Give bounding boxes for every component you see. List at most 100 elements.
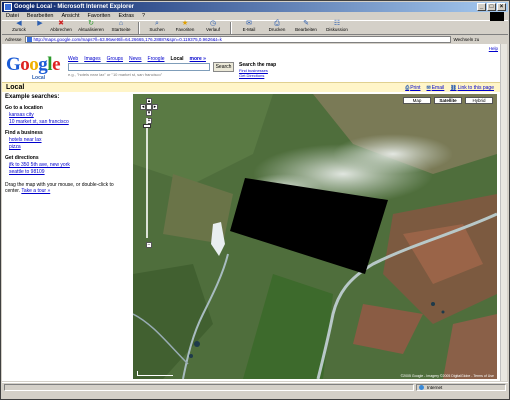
example-link[interactable]: hotels near lax xyxy=(9,137,129,144)
favorites-icon: ★ xyxy=(181,20,189,27)
menu-extras[interactable]: Extras xyxy=(118,13,134,19)
zoom-out-button[interactable]: − xyxy=(146,242,152,248)
nav-local: Local xyxy=(170,56,184,62)
page-icon xyxy=(26,37,32,42)
map-type-map[interactable]: Map xyxy=(403,97,431,104)
address-bar: Adresse http://maps.google.com/maps?ll=6… xyxy=(2,35,508,43)
pan-right-button[interactable]: ▸ xyxy=(152,104,158,110)
edit-icon: ✎ xyxy=(303,20,309,27)
print-link[interactable]: ⎙Print xyxy=(405,85,420,91)
toolbar-separator xyxy=(230,22,232,34)
discuss-button[interactable]: ☷ Diskussion xyxy=(322,20,352,34)
menu-ansicht[interactable]: Ansicht xyxy=(61,13,79,19)
stop-button[interactable]: ✖ Abbrechen xyxy=(48,20,74,34)
address-label: Adresse xyxy=(5,36,22,42)
satellite-imagery xyxy=(133,94,497,379)
refresh-button[interactable]: ↻ Aktualisieren xyxy=(76,20,106,34)
browser-window: Google Local - Microsoft Internet Explor… xyxy=(0,0,510,400)
globe-icon xyxy=(419,385,424,390)
menu-datei[interactable]: Datei xyxy=(6,13,19,19)
nav-groups[interactable]: Groups xyxy=(107,56,123,62)
example-link[interactable]: pizza xyxy=(9,144,129,151)
example-link[interactable]: kansas city xyxy=(9,112,129,119)
pan-down-button[interactable]: ▾ xyxy=(146,110,152,116)
search-icon: ⌕ xyxy=(155,20,159,27)
map-attribution: ©2005 Google - Imagery ©2005 DigitalGlob… xyxy=(400,374,494,378)
take-tour-link[interactable]: Take a tour » xyxy=(21,188,50,194)
print-icon: ⎙ xyxy=(274,20,280,27)
search-hint: e.g., "hotels near lax" or "10 market st… xyxy=(68,72,163,77)
discuss-icon: ☷ xyxy=(333,20,341,27)
status-text xyxy=(4,383,414,391)
home-icon: ⌂ xyxy=(118,20,124,27)
history-icon: ◷ xyxy=(209,20,217,27)
satellite-map[interactable]: ▴ ◂ ▸ ▾ + − Map Satellite Hybrid ©2005 G… xyxy=(133,94,497,379)
address-input[interactable]: http://maps.google.com/maps?ll=63.96wet6… xyxy=(24,35,451,43)
scale-bar xyxy=(137,371,173,376)
back-arrow-icon: ◀ xyxy=(16,20,22,27)
vertical-scrollbar[interactable] xyxy=(500,44,507,381)
security-zone: Internet xyxy=(416,383,506,391)
example-link[interactable]: 10 market st, san francisco xyxy=(9,119,129,126)
history-button[interactable]: ◷ Verlauf xyxy=(200,20,226,34)
example-searches-title: Example searches: xyxy=(5,94,60,100)
get-directions-link[interactable]: Get Directions xyxy=(239,73,264,78)
favorites-button[interactable]: ★ Favoriten xyxy=(172,20,198,34)
link-icon: ⛓ xyxy=(450,85,457,91)
example-link[interactable]: jfk to 350 5th ave, new york xyxy=(9,162,129,169)
mail-icon: ✉ xyxy=(246,20,252,27)
nav-froogle[interactable]: Froogle xyxy=(148,56,165,62)
toolbar-separator xyxy=(138,22,140,34)
forward-arrow-icon: ▶ xyxy=(37,20,43,27)
zoom-slider-handle[interactable] xyxy=(143,124,151,128)
status-bar: Internet xyxy=(2,382,508,391)
edit-button[interactable]: ✎ Bearbeiten xyxy=(292,20,320,34)
home-button[interactable]: ⌂ Startseite xyxy=(108,20,134,34)
help-link[interactable]: Help xyxy=(489,46,498,51)
stop-icon: ✖ xyxy=(58,20,64,27)
nav-more[interactable]: more » xyxy=(190,56,206,62)
menu-help[interactable]: ? xyxy=(142,13,145,19)
go-button[interactable]: Wechseln zu xyxy=(454,37,480,42)
ie-icon xyxy=(4,3,12,11)
nav-images[interactable]: Images xyxy=(84,56,100,62)
menu-bearbeiten[interactable]: Bearbeiten xyxy=(27,13,54,19)
local-header-bar: Local ⎙Print ✉Email ⛓Link to this page xyxy=(2,82,502,92)
back-button[interactable]: ◀ Zurück xyxy=(6,20,32,34)
address-url: http://maps.google.com/maps?ll=63.96wet6… xyxy=(33,36,222,42)
logo-subtitle: Local xyxy=(32,75,46,81)
map-type-hybrid[interactable]: Hybrid xyxy=(465,97,493,104)
refresh-icon: ↻ xyxy=(88,20,94,27)
minimize-button[interactable]: _ xyxy=(477,3,486,11)
search-input[interactable] xyxy=(68,63,210,71)
mail-button[interactable]: ✉ E-Mail xyxy=(236,20,262,34)
zoom-track[interactable] xyxy=(146,118,148,238)
service-nav: Web Images Groups News Froogle Local mor… xyxy=(68,56,206,62)
section-heading: Go to a location xyxy=(5,105,43,111)
nav-news[interactable]: News xyxy=(129,56,142,62)
google-logo[interactable]: Google xyxy=(6,54,60,76)
nav-web[interactable]: Web xyxy=(68,56,78,62)
search-button[interactable]: Search xyxy=(213,62,234,72)
window-title: Google Local - Microsoft Internet Explor… xyxy=(14,4,135,10)
local-title: Local xyxy=(6,84,25,91)
drag-instructions: Drag the map with your mouse, or double-… xyxy=(5,182,114,194)
link-to-page[interactable]: ⛓Link to this page xyxy=(450,85,494,91)
map-type-satellite[interactable]: Satellite xyxy=(434,97,462,104)
page-content: Help Google Local Web Images Groups News… xyxy=(2,44,502,381)
maximize-button[interactable]: □ xyxy=(487,3,496,11)
search-button-toolbar[interactable]: ⌕ Suchen xyxy=(144,20,170,34)
print-icon: ⎙ xyxy=(405,85,410,91)
left-panel: Example searches: Go to a location kansa… xyxy=(5,94,129,194)
menu-favoriten[interactable]: Favoriten xyxy=(88,13,111,19)
forward-button[interactable]: ▶ xyxy=(34,20,46,34)
map-type-control: Map Satellite Hybrid xyxy=(403,97,493,104)
section-heading: Find a business xyxy=(5,130,43,136)
close-button[interactable]: × xyxy=(497,3,506,11)
section-heading: Get directions xyxy=(5,155,39,161)
mail-icon: ✉ xyxy=(426,85,431,91)
windows-logo-icon xyxy=(490,12,504,21)
example-link[interactable]: seattle to 98109 xyxy=(9,169,129,176)
print-button-toolbar[interactable]: ⎙ Drucken xyxy=(264,20,290,34)
email-link[interactable]: ✉Email xyxy=(427,85,445,91)
